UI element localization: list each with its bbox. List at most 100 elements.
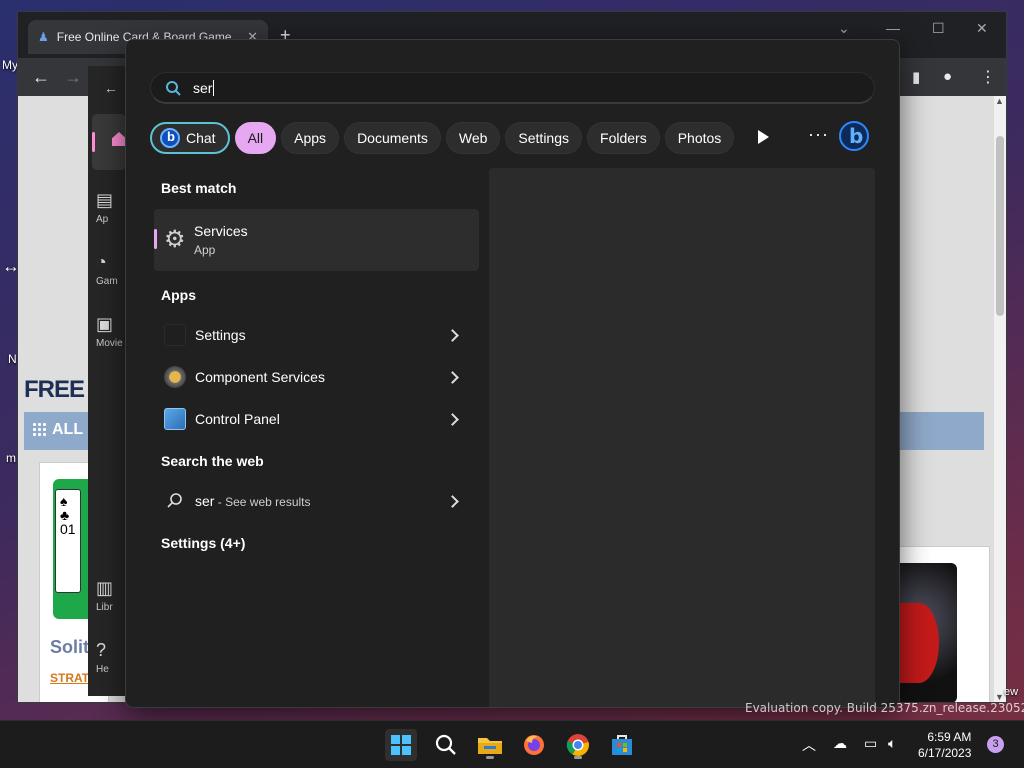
grid-icon [32,422,48,438]
bing-chat-icon [160,128,180,148]
chevron-right-icon[interactable] [446,370,459,384]
game-card-right[interactable]: e [898,546,990,702]
nav-item-help[interactable]: ? He [96,640,126,675]
web-result-query: ser [195,493,215,509]
desktop-icon-label-m[interactable]: m [6,451,16,465]
search-input[interactable]: ser [193,79,215,96]
store-icon [612,735,632,755]
apps-icon: ▤ [96,190,114,210]
settings-heading[interactable]: Settings (4+) [161,535,245,551]
minimize-button[interactable]: — [886,20,900,36]
nav-movies-label: Movie [96,338,123,349]
library-icon: ▥ [96,578,114,598]
close-window-button[interactable]: ✕ [976,20,988,37]
network-icon[interactable]: ▭ [864,735,877,768]
playing-card-image: ♠ ♣ 01 [55,489,81,593]
nav-apps-label: Ap [96,214,109,225]
taskbar: ︿ ☁ ▭ 🔈︎ 6:59 AM 6/17/2023 [0,720,1024,768]
taskbar-search-button[interactable] [430,729,462,761]
chevron-right-icon[interactable] [446,494,459,508]
chevron-right-icon[interactable] [446,412,459,426]
scrollbar-thumb[interactable] [996,136,1004,316]
filter-settings[interactable]: Settings [505,122,583,154]
filter-folders-label: Folders [600,130,647,146]
app-result-label: Component Services [195,369,325,385]
app-result-settings[interactable]: Settings [154,316,479,354]
tab-search-chevron-icon[interactable]: ⌄ [838,20,850,37]
web-result[interactable]: ser - See web results [154,482,479,520]
preview-pane [489,168,875,707]
nav-item-apps[interactable]: ▤ Ap [96,190,126,225]
home-nav-item[interactable] [92,114,126,170]
filter-documents[interactable]: Documents [344,122,441,154]
filter-documents-label: Documents [357,130,428,146]
maximize-button[interactable]: ☐ [932,20,945,37]
home-icon [112,132,126,146]
filter-all[interactable]: All [234,122,277,154]
nav-item-gaming[interactable]: ◔ Gam [96,252,126,287]
start-button[interactable] [385,729,417,761]
filter-settings-label: Settings [518,130,570,146]
firefox-icon [524,735,544,755]
component-services-icon [164,366,186,388]
show-hidden-icons-chevron-icon[interactable]: ︿ [802,735,816,768]
filter-apps-label: Apps [294,130,327,146]
search-icon [167,493,182,508]
filter-photos[interactable]: Photos [664,122,735,154]
running-indicator [486,756,494,759]
notification-badge[interactable]: 3 [987,736,1004,753]
scroll-up-arrow-icon[interactable]: ▲ [995,96,1004,106]
nav-item-movies[interactable]: ▣ Movie [96,314,126,349]
firefox-button[interactable] [518,729,550,761]
volume-icon[interactable]: 🔈︎ [888,735,896,768]
app-result-label: Control Panel [195,411,280,427]
evaluation-watermark: Evaluation copy. Build 25375.zn_release.… [745,701,1024,715]
forward-arrow-icon[interactable]: → [64,67,82,88]
chrome-button[interactable] [562,729,594,761]
app-result-component-services[interactable]: Component Services [154,358,479,396]
filter-folders[interactable]: Folders [587,122,660,154]
file-explorer-button[interactable] [474,729,506,761]
filter-apps[interactable]: Apps [281,122,340,154]
search-box[interactable]: ser [150,72,875,104]
filter-chat-label: Chat [186,130,216,146]
app-result-label: Settings [195,327,246,343]
game-card-art [899,563,957,702]
settings-app-icon [164,324,186,346]
profile-icon[interactable]: ● [943,68,952,85]
search-flyout: ser Chat All Apps Documents Web Settings… [125,39,900,708]
filter-all-label: All [247,130,264,146]
filter-chat[interactable]: Chat [150,122,230,154]
web-result-suffix: - See web results [214,495,311,509]
nav-item-library[interactable]: ▥ Libr [96,578,126,613]
best-match-heading: Best match [161,180,237,196]
gears-icon: ⚙ [164,226,186,253]
app-result-control-panel[interactable]: Control Panel [154,400,479,438]
best-match-services[interactable]: ⚙ Services App [154,209,479,271]
bing-icon[interactable] [839,121,869,151]
cloud-offline-icon[interactable]: ☁ [833,735,847,768]
sidebar-toggle-icon[interactable]: ▮ [912,68,920,86]
best-match-title: Services [194,223,248,239]
back-icon[interactable]: ← [104,80,118,96]
filter-web[interactable]: Web [445,122,501,154]
filter-web-label: Web [458,130,488,146]
clock-time: 6:59 AM [927,730,972,744]
more-filters-play-icon[interactable] [758,130,769,144]
more-options-icon[interactable]: ··· [808,124,829,145]
page-scrollbar[interactable]: ▲ ▼ [994,96,1006,702]
menu-kebab-icon[interactable]: ⋮ [980,67,996,87]
chevron-right-icon[interactable] [446,328,459,342]
nav-library-label: Libr [96,602,113,613]
microsoft-store-button[interactable] [606,729,638,761]
search-web-heading: Search the web [161,453,264,469]
gamepad-icon: ◔ [96,252,107,272]
back-arrow-icon[interactable]: ← [32,67,50,88]
best-match-subtitle: App [194,243,216,257]
desktop-icon-label-n[interactable]: N [8,352,17,366]
desktop-icon-label-my[interactable]: My [2,58,18,72]
web-result-label: ser - See web results [195,493,448,509]
clock-date: 6/17/2023 [918,746,972,760]
clock[interactable]: 6:59 AM 6/17/2023 [918,729,971,761]
desktop-fragment-label: ew [1004,686,1019,698]
